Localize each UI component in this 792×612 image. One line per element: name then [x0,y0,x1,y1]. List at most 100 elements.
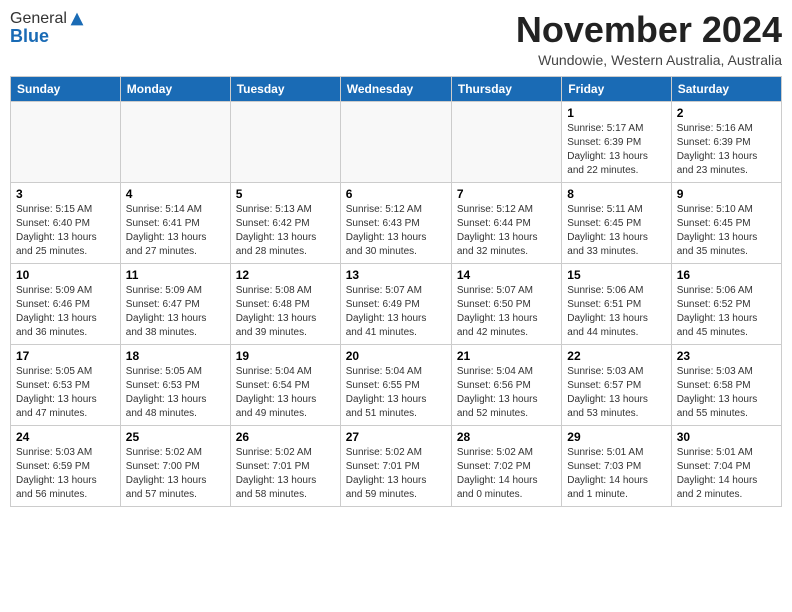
day-info: Sunrise: 5:05 AM Sunset: 6:53 PM Dayligh… [16,365,115,421]
day-info: Sunrise: 5:10 AM Sunset: 6:45 PM Dayligh… [677,203,776,259]
day-number: 30 [677,430,776,444]
calendar-cell: 19 Sunrise: 5:04 AM Sunset: 6:54 PM Dayli… [230,344,340,425]
day-info: Sunrise: 5:04 AM Sunset: 6:56 PM Dayligh… [457,365,556,421]
day-info: Sunrise: 5:11 AM Sunset: 6:45 PM Dayligh… [567,203,665,259]
day-number: 14 [457,268,556,282]
calendar-cell: 26 Sunrise: 5:02 AM Sunset: 7:01 PM Dayli… [230,425,340,506]
day-info: Sunrise: 5:16 AM Sunset: 6:39 PM Dayligh… [677,122,776,178]
calendar-cell: 29 Sunrise: 5:01 AM Sunset: 7:03 PM Dayli… [562,425,671,506]
calendar-week-row: 3Sunrise: 5:15 AM Sunset: 6:40 PM Daylig… [11,182,782,263]
calendar-cell: 5Sunrise: 5:13 AM Sunset: 6:42 PM Daylig… [230,182,340,263]
day-info: Sunrise: 5:02 AM Sunset: 7:01 PM Dayligh… [346,446,446,502]
day-number: 10 [16,268,115,282]
calendar-cell: 14 Sunrise: 5:07 AM Sunset: 6:50 PM Dayli… [451,263,561,344]
day-number: 17 [16,349,115,363]
calendar-header-row: SundayMondayTuesdayWednesdayThursdayFrid… [11,76,782,101]
day-number: 16 [677,268,776,282]
logo-icon [69,11,85,27]
day-number: 29 [567,430,665,444]
day-info: Sunrise: 5:02 AM Sunset: 7:02 PM Dayligh… [457,446,556,502]
day-info: Sunrise: 5:05 AM Sunset: 6:53 PM Dayligh… [126,365,225,421]
calendar-cell: 30Sunrise: 5:01 AM Sunset: 7:04 PM Dayli… [671,425,781,506]
day-info: Sunrise: 5:03 AM Sunset: 6:57 PM Dayligh… [567,365,665,421]
calendar-cell: 27 Sunrise: 5:02 AM Sunset: 7:01 PM Dayli… [340,425,451,506]
calendar-cell [451,101,561,182]
calendar-week-row: 17 Sunrise: 5:05 AM Sunset: 6:53 PM Dayli… [11,344,782,425]
calendar-week-row: 24 Sunrise: 5:03 AM Sunset: 6:59 PM Dayli… [11,425,782,506]
calendar-cell: 17 Sunrise: 5:05 AM Sunset: 6:53 PM Dayli… [11,344,121,425]
day-number: 20 [346,349,446,363]
day-number: 25 [126,430,225,444]
page-header: General Blue November 2024 Wundowie, Wes… [10,10,782,68]
day-number: 6 [346,187,446,201]
day-info: Sunrise: 5:03 AM Sunset: 6:59 PM Dayligh… [16,446,115,502]
calendar-cell [230,101,340,182]
calendar-cell: 13 Sunrise: 5:07 AM Sunset: 6:49 PM Dayli… [340,263,451,344]
calendar-cell: 6 Sunrise: 5:12 AM Sunset: 6:43 PM Daylig… [340,182,451,263]
day-info: Sunrise: 5:07 AM Sunset: 6:49 PM Dayligh… [346,284,446,340]
day-number: 3 [16,187,115,201]
calendar-week-row: 1Sunrise: 5:17 AM Sunset: 6:39 PM Daylig… [11,101,782,182]
day-info: Sunrise: 5:14 AM Sunset: 6:41 PM Dayligh… [126,203,225,259]
day-info: Sunrise: 5:03 AM Sunset: 6:58 PM Dayligh… [677,365,776,421]
day-info: Sunrise: 5:09 AM Sunset: 6:46 PM Dayligh… [16,284,115,340]
calendar-cell: 25Sunrise: 5:02 AM Sunset: 7:00 PM Dayli… [120,425,230,506]
calendar-cell: 22Sunrise: 5:03 AM Sunset: 6:57 PM Dayli… [562,344,671,425]
weekday-header: Wednesday [340,76,451,101]
day-info: Sunrise: 5:12 AM Sunset: 6:43 PM Dayligh… [346,203,446,259]
calendar-cell: 7 Sunrise: 5:12 AM Sunset: 6:44 PM Daylig… [451,182,561,263]
day-info: Sunrise: 5:09 AM Sunset: 6:47 PM Dayligh… [126,284,225,340]
day-number: 7 [457,187,556,201]
day-info: Sunrise: 5:12 AM Sunset: 6:44 PM Dayligh… [457,203,556,259]
calendar-cell: 9 Sunrise: 5:10 AM Sunset: 6:45 PM Daylig… [671,182,781,263]
calendar-cell [120,101,230,182]
calendar-cell: 3Sunrise: 5:15 AM Sunset: 6:40 PM Daylig… [11,182,121,263]
weekday-header: Friday [562,76,671,101]
day-info: Sunrise: 5:04 AM Sunset: 6:54 PM Dayligh… [236,365,335,421]
day-info: Sunrise: 5:01 AM Sunset: 7:03 PM Dayligh… [567,446,665,502]
day-number: 24 [16,430,115,444]
calendar-cell: 1Sunrise: 5:17 AM Sunset: 6:39 PM Daylig… [562,101,671,182]
day-number: 9 [677,187,776,201]
calendar-cell: 8 Sunrise: 5:11 AM Sunset: 6:45 PM Daylig… [562,182,671,263]
logo: General Blue [10,10,85,47]
day-number: 2 [677,106,776,120]
day-number: 26 [236,430,335,444]
calendar-week-row: 10 Sunrise: 5:09 AM Sunset: 6:46 PM Dayli… [11,263,782,344]
calendar-cell: 4 Sunrise: 5:14 AM Sunset: 6:41 PM Daylig… [120,182,230,263]
day-number: 12 [236,268,335,282]
day-number: 27 [346,430,446,444]
day-number: 11 [126,268,225,282]
day-number: 28 [457,430,556,444]
title-section: November 2024 Wundowie, Western Australi… [516,10,782,68]
day-info: Sunrise: 5:07 AM Sunset: 6:50 PM Dayligh… [457,284,556,340]
calendar-cell: 11 Sunrise: 5:09 AM Sunset: 6:47 PM Dayli… [120,263,230,344]
calendar-cell: 12Sunrise: 5:08 AM Sunset: 6:48 PM Dayli… [230,263,340,344]
day-number: 18 [126,349,225,363]
day-number: 8 [567,187,665,201]
weekday-header: Saturday [671,76,781,101]
day-info: Sunrise: 5:02 AM Sunset: 7:01 PM Dayligh… [236,446,335,502]
weekday-header: Sunday [11,76,121,101]
calendar-cell: 18 Sunrise: 5:05 AM Sunset: 6:53 PM Dayli… [120,344,230,425]
day-number: 23 [677,349,776,363]
day-number: 21 [457,349,556,363]
day-number: 1 [567,106,665,120]
day-number: 4 [126,187,225,201]
weekday-header: Thursday [451,76,561,101]
calendar-cell: 21 Sunrise: 5:04 AM Sunset: 6:56 PM Dayli… [451,344,561,425]
weekday-header: Tuesday [230,76,340,101]
day-number: 19 [236,349,335,363]
calendar-cell: 23 Sunrise: 5:03 AM Sunset: 6:58 PM Dayli… [671,344,781,425]
day-info: Sunrise: 5:06 AM Sunset: 6:52 PM Dayligh… [677,284,776,340]
calendar-cell [11,101,121,182]
logo-blue-text: Blue [10,26,49,47]
calendar-cell: 16 Sunrise: 5:06 AM Sunset: 6:52 PM Dayli… [671,263,781,344]
day-info: Sunrise: 5:13 AM Sunset: 6:42 PM Dayligh… [236,203,335,259]
weekday-header: Monday [120,76,230,101]
calendar-cell: 10 Sunrise: 5:09 AM Sunset: 6:46 PM Dayli… [11,263,121,344]
day-number: 15 [567,268,665,282]
calendar-cell [340,101,451,182]
calendar-cell: 2 Sunrise: 5:16 AM Sunset: 6:39 PM Daylig… [671,101,781,182]
day-number: 13 [346,268,446,282]
